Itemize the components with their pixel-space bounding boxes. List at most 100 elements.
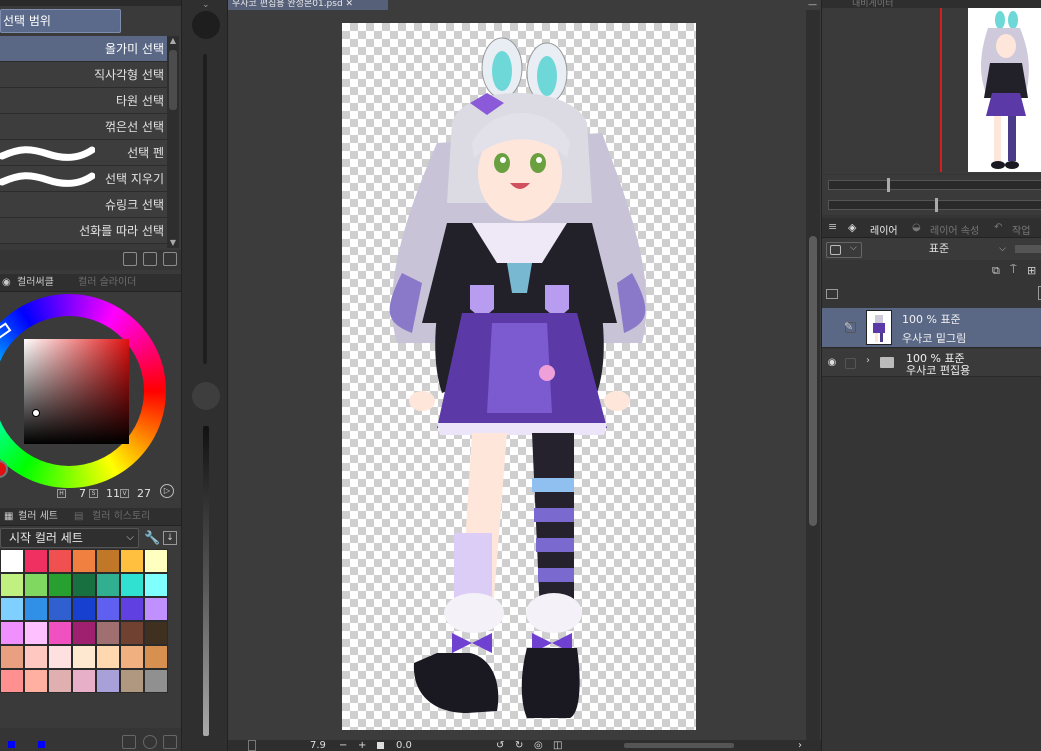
pin-icon[interactable]: ⌄ — [202, 0, 210, 10]
color-swatch[interactable] — [72, 645, 96, 669]
color-swatch[interactable] — [48, 549, 72, 573]
horizontal-scrollbar[interactable] — [624, 743, 734, 748]
tab-layer-properties[interactable]: 레이어 속성 — [930, 222, 979, 237]
tab-color-set[interactable]: 컬러 세트 — [18, 508, 58, 526]
color-swatch[interactable] — [0, 597, 24, 621]
sub-color-indicator[interactable] — [8, 741, 15, 748]
transparent-color-indicator[interactable] — [38, 741, 45, 748]
layer-list-empty-area[interactable] — [822, 378, 1041, 751]
trash-icon[interactable] — [163, 735, 177, 749]
fit-icon[interactable] — [377, 742, 384, 749]
sub-tool-lasso[interactable]: 올가미 선택 — [0, 36, 167, 62]
rotation-value[interactable]: 0.0 — [396, 740, 412, 751]
layer-list-icon[interactable] — [826, 289, 838, 299]
zoom-in-icon[interactable]: + — [358, 740, 366, 751]
brush-size-slider[interactable] — [203, 54, 207, 364]
color-set-select[interactable]: 시작 컬러 세트 ⌵ — [0, 528, 139, 548]
chevron-right-icon[interactable]: › — [866, 355, 870, 366]
color-swatch[interactable] — [24, 645, 48, 669]
color-swatch[interactable] — [72, 621, 96, 645]
layer-visibility-checkbox[interactable] — [845, 358, 856, 369]
color-swatch[interactable] — [96, 645, 120, 669]
scroll-up-icon[interactable]: ▲ — [167, 36, 179, 46]
zoom-value[interactable]: 7.9 — [310, 740, 326, 751]
color-swatch[interactable] — [96, 669, 120, 693]
zoom-out-icon[interactable]: − — [339, 740, 347, 751]
color-swatch[interactable] — [0, 549, 24, 573]
sub-tool-polyline[interactable]: 꺾은선 선택 — [0, 114, 167, 140]
scroll-right-icon[interactable]: › — [798, 740, 802, 751]
layer-row-folder[interactable]: ◉ › 100 % 표준 우사코 편집용 — [822, 349, 1041, 377]
blend-mode-select[interactable]: 표준 ⌵ — [868, 240, 1010, 258]
minimize-icon[interactable]: — — [808, 0, 818, 10]
tab-color-slider[interactable]: 컬러 슬라이더 — [78, 274, 136, 292]
add-color-icon[interactable] — [122, 735, 136, 749]
lock-icon[interactable]: ⧉ — [992, 264, 1000, 278]
menu-icon[interactable]: ≡ — [828, 220, 837, 233]
navigator-thumbnail[interactable] — [968, 8, 1041, 172]
color-swatch[interactable] — [24, 669, 48, 693]
opacity-bar[interactable] — [1015, 245, 1041, 253]
wrench-icon[interactable]: 🔧 — [144, 531, 160, 546]
color-swatch[interactable] — [144, 645, 168, 669]
saturation-value-square[interactable] — [24, 339, 129, 444]
eyedropper-add-icon[interactable] — [143, 735, 157, 749]
duplicate-icon[interactable] — [143, 252, 157, 266]
color-swatch[interactable] — [144, 549, 168, 573]
canvas-scroll-thumb[interactable] — [809, 236, 817, 526]
color-swatch[interactable] — [120, 597, 144, 621]
layer-color-select[interactable]: ⌵ — [826, 242, 862, 258]
color-swatch[interactable] — [72, 549, 96, 573]
brush-size-preview[interactable] — [192, 11, 220, 39]
sub-tool-follow-line[interactable]: 선화를 따라 선택 — [0, 218, 167, 244]
layer-row-selected[interactable]: ✎ 100 % 표준 우사코 밑그림 — [822, 308, 1041, 348]
reference-icon[interactable]: ⊞ — [1027, 264, 1036, 277]
zoom-slider-thumb[interactable] — [887, 178, 890, 192]
rotate-left-icon[interactable]: ↺ — [496, 740, 504, 751]
color-swatch[interactable] — [24, 573, 48, 597]
color-swatch[interactable] — [48, 669, 72, 693]
tab-color-wheel[interactable]: 컬러써클 — [17, 274, 54, 292]
scroll-thumb[interactable] — [169, 50, 177, 110]
opacity-preview[interactable] — [192, 382, 220, 410]
color-swatch[interactable] — [48, 573, 72, 597]
trash-icon[interactable] — [163, 252, 177, 266]
sub-tool-selection-eraser[interactable]: 선택 지우기 — [0, 166, 167, 192]
rotation-slider[interactable] — [828, 198, 1041, 212]
color-swatch[interactable] — [24, 597, 48, 621]
tab-color-history[interactable]: 컬러 히스토리 — [92, 508, 150, 526]
selection-range-header[interactable]: 선택 범위 — [0, 9, 121, 33]
color-swatch[interactable] — [72, 597, 96, 621]
color-swatch[interactable] — [72, 573, 96, 597]
color-swatch[interactable] — [144, 669, 168, 693]
sub-tool-shrink[interactable]: 슈링크 선택 — [0, 192, 167, 218]
color-swatch[interactable] — [144, 573, 168, 597]
sub-tool-selection-pen[interactable]: 선택 펜 — [0, 140, 167, 166]
color-swatch[interactable] — [48, 597, 72, 621]
reset-rotation-icon[interactable]: ◎ — [534, 740, 543, 751]
download-icon[interactable]: ↓ — [163, 531, 177, 545]
color-swatch[interactable] — [120, 549, 144, 573]
color-swatch[interactable] — [120, 573, 144, 597]
color-swatch[interactable] — [120, 645, 144, 669]
flip-horizontal-icon[interactable]: ◫ — [553, 740, 562, 751]
color-swatch[interactable] — [0, 621, 24, 645]
color-swatch[interactable] — [0, 573, 24, 597]
color-swatch[interactable] — [120, 669, 144, 693]
rotate-right-icon[interactable]: ↻ — [515, 740, 523, 751]
navigator-frame-icon[interactable] — [248, 740, 256, 751]
import-icon[interactable] — [123, 252, 137, 266]
color-swatch[interactable] — [0, 645, 24, 669]
tab-layer[interactable]: 레이어 — [870, 222, 898, 237]
document-tab[interactable]: 우사코 편집용 완성본01.psd ✕ — [228, 0, 388, 10]
color-swatch[interactable] — [144, 621, 168, 645]
color-swatch[interactable] — [48, 621, 72, 645]
opacity-slider[interactable] — [203, 426, 209, 736]
color-swatch[interactable] — [120, 621, 144, 645]
color-swatch[interactable] — [24, 621, 48, 645]
color-swatch[interactable] — [48, 645, 72, 669]
clip-icon[interactable]: ⍑ — [1010, 263, 1017, 277]
canvas-paper[interactable] — [342, 23, 696, 730]
close-icon[interactable]: ✕ — [346, 0, 354, 9]
color-swatch[interactable] — [96, 597, 120, 621]
